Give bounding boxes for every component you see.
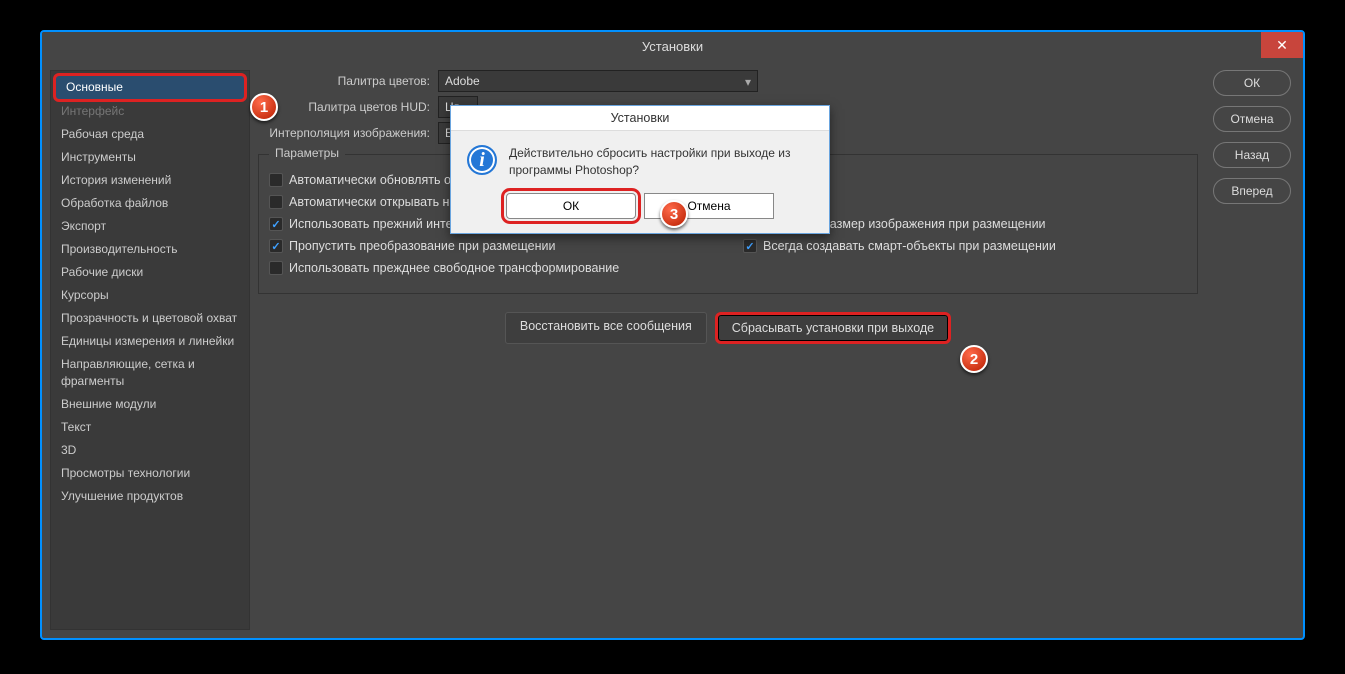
ok-button[interactable]: ОК <box>1213 70 1291 96</box>
checkbox[interactable] <box>269 261 283 275</box>
check-label: Использовать прежднее свободное трансфор… <box>289 261 619 275</box>
sidebar-item-tools[interactable]: Инструменты <box>51 146 249 169</box>
sidebar: Основные Интерфейс Рабочая среда Инструм… <box>50 70 250 630</box>
palette-value: Adobe <box>445 74 480 88</box>
sidebar-item-type[interactable]: Текст <box>51 416 249 439</box>
check-label: Автоматически обновлять откр <box>289 173 469 187</box>
check-label: Автоматически открывать нач <box>289 195 463 209</box>
reset-on-exit-button[interactable]: Сбрасывать установки при выходе <box>715 312 951 344</box>
back-button[interactable]: Назад <box>1213 142 1291 168</box>
sidebar-item-interface[interactable]: Интерфейс <box>51 100 249 123</box>
interp-label: Интерполяция изображения: <box>258 126 438 140</box>
hud-label: Палитра цветов HUD: <box>258 100 438 114</box>
sidebar-item-techpreview[interactable]: Просмотры технологии <box>51 462 249 485</box>
sidebar-item-cursors[interactable]: Курсоры <box>51 284 249 307</box>
sidebar-item-plugins[interactable]: Внешние модули <box>51 393 249 416</box>
dialog-text: Действительно сбросить настройки при вых… <box>509 145 813 179</box>
chevron-down-icon: ▾ <box>745 75 751 89</box>
close-icon[interactable]: ✕ <box>1261 32 1303 58</box>
annotation-badge-3: 3 <box>660 200 688 228</box>
palette-select[interactable]: Adobe ▾ <box>438 70 758 92</box>
check-label: Всегда создавать смарт-объекты при разме… <box>763 239 1056 253</box>
checkbox[interactable] <box>269 173 283 187</box>
checkbox[interactable] <box>743 239 757 253</box>
annotation-badge-1: 1 <box>250 93 278 121</box>
sidebar-item-workspace[interactable]: Рабочая среда <box>51 123 249 146</box>
restore-messages-button[interactable]: Восстановить все сообщения <box>505 312 707 344</box>
titlebar: Установки ✕ <box>42 32 1303 62</box>
checkbox[interactable] <box>269 195 283 209</box>
sidebar-item-3d[interactable]: 3D <box>51 439 249 462</box>
annotation-badge-2: 2 <box>960 345 988 373</box>
check-label: Пропустить преобразование при размещении <box>289 239 555 253</box>
window-title: Установки <box>642 39 703 54</box>
sidebar-item-general[interactable]: Основные <box>53 73 247 102</box>
sidebar-item-export[interactable]: Экспорт <box>51 215 249 238</box>
cancel-button[interactable]: Отмена <box>1213 106 1291 132</box>
sidebar-item-performance[interactable]: Производительность <box>51 238 249 261</box>
checkbox[interactable] <box>269 239 283 253</box>
dialog-title: Установки <box>451 106 829 131</box>
confirm-dialog: Установки i Действительно сбросить настр… <box>450 105 830 234</box>
sidebar-item-units[interactable]: Единицы измерения и линейки <box>51 330 249 353</box>
sidebar-item-scratch[interactable]: Рабочие диски <box>51 261 249 284</box>
dialog-ok-button[interactable]: ОК <box>506 193 636 219</box>
sidebar-item-improvement[interactable]: Улучшение продуктов <box>51 485 249 508</box>
sidebar-item-transparency[interactable]: Прозрачность и цветовой охват <box>51 307 249 330</box>
info-icon: i <box>467 145 497 175</box>
sidebar-item-filehandling[interactable]: Обработка файлов <box>51 192 249 215</box>
sidebar-item-guides[interactable]: Направляющие, сетка и фрагменты <box>51 353 249 393</box>
palette-label: Палитра цветов: <box>258 74 438 88</box>
forward-button[interactable]: Вперед <box>1213 178 1291 204</box>
checkbox[interactable] <box>269 217 283 231</box>
parameters-legend: Параметры <box>269 146 345 160</box>
sidebar-item-history[interactable]: История изменений <box>51 169 249 192</box>
